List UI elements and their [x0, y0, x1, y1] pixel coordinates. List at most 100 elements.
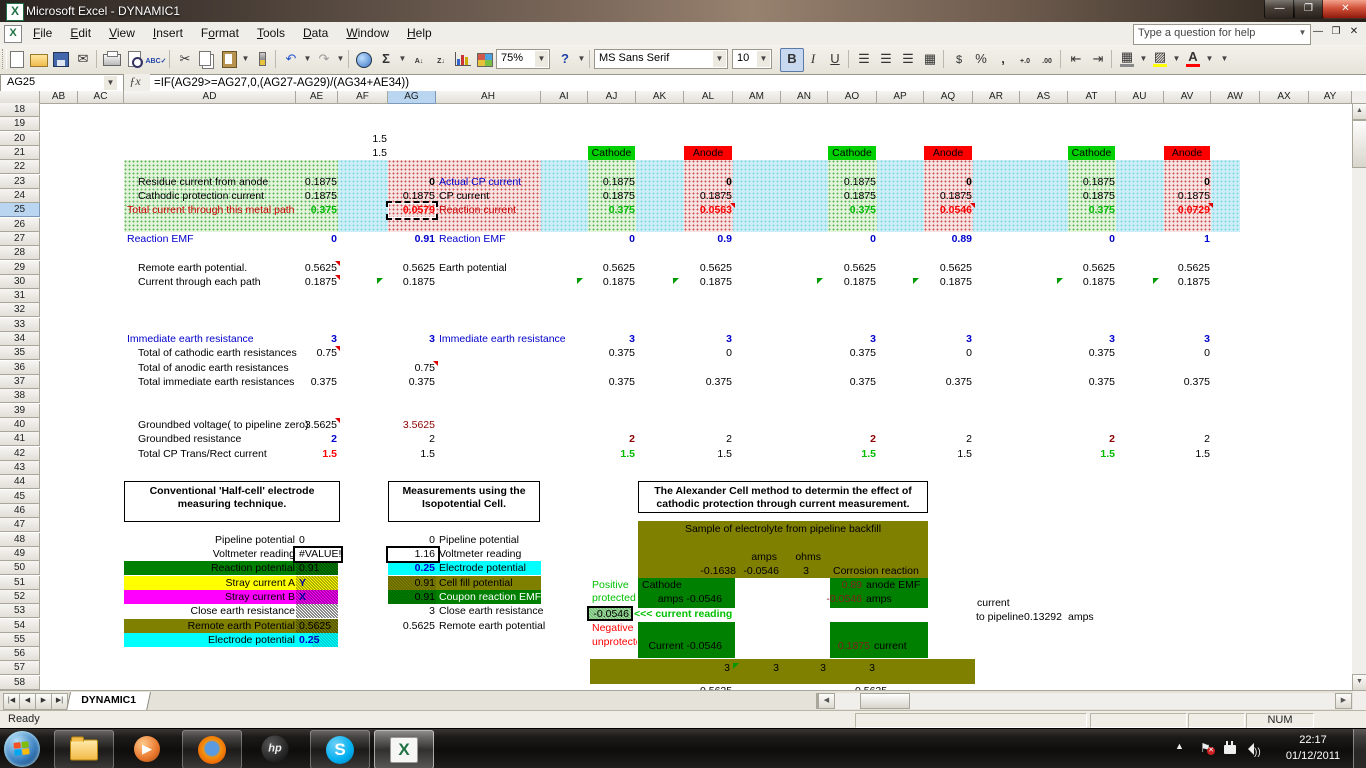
- scroll-left-icon[interactable]: ◀: [818, 693, 835, 709]
- cell-AE40[interactable]: 3.5625: [296, 418, 340, 432]
- cell-AT24[interactable]: 0.1875: [1068, 189, 1118, 203]
- alexander-textbox[interactable]: The Alexander Cell method to determin th…: [638, 481, 928, 513]
- column-header-AQ[interactable]: AQ: [924, 91, 973, 104]
- first-sheet-icon[interactable]: |◀: [3, 693, 20, 710]
- cell-AD29[interactable]: Remote earth potential.: [124, 261, 309, 275]
- cell-AJ21[interactable]: Cathode: [588, 146, 635, 160]
- fill-color-icon[interactable]: ▨: [1149, 48, 1171, 70]
- menu-window[interactable]: Window: [337, 22, 398, 43]
- start-button[interactable]: [4, 731, 40, 767]
- cell-AE34[interactable]: 3: [296, 332, 340, 346]
- cell-AT21[interactable]: Cathode: [1068, 146, 1115, 160]
- row-header-22[interactable]: 22: [0, 160, 40, 174]
- cell-AD52[interactable]: Stray current B: [124, 590, 298, 604]
- row-header-55[interactable]: 55: [0, 633, 40, 647]
- cell-AG53[interactable]: 3: [388, 604, 438, 618]
- horizontal-scrollbar[interactable]: ◀ ▶: [818, 693, 1352, 709]
- cell-AE52[interactable]: X: [296, 590, 340, 604]
- chevron-down-icon[interactable]: ▼: [1138, 48, 1149, 70]
- cell-AJ42[interactable]: 1.5: [588, 447, 638, 461]
- underline-icon[interactable]: U: [824, 48, 846, 70]
- cell-AE29[interactable]: 0.5625: [296, 261, 340, 275]
- menu-edit[interactable]: Edit: [61, 22, 100, 43]
- row-header-30[interactable]: 30: [0, 275, 40, 289]
- cell-AO24[interactable]: 0.1875: [828, 189, 879, 203]
- cell-AT29[interactable]: 0.5625: [1068, 261, 1118, 275]
- decrease-decimal-icon[interactable]: .00: [1036, 48, 1058, 70]
- cell-AO29[interactable]: 0.5625: [828, 261, 879, 275]
- cell-AV23[interactable]: 0: [1164, 175, 1213, 189]
- column-header-AR[interactable]: AR: [973, 91, 1020, 104]
- cell-AH24[interactable]: CP current: [436, 189, 543, 203]
- cell-AG37[interactable]: 0.375: [388, 375, 438, 389]
- cell-AT27[interactable]: 0: [1068, 232, 1118, 246]
- cell-AL24[interactable]: 0.1875: [684, 189, 735, 203]
- cell-AO34[interactable]: 3: [828, 332, 879, 346]
- cell-AL25[interactable]: 0.0563: [684, 203, 735, 217]
- cell-AV42[interactable]: 1.5: [1164, 447, 1213, 461]
- cell-AG42[interactable]: 1.5: [388, 447, 438, 461]
- column-header-AY[interactable]: AY: [1309, 91, 1352, 104]
- menu-insert[interactable]: Insert: [144, 22, 192, 43]
- column-header-AH[interactable]: AH: [436, 91, 541, 104]
- chevron-down-icon[interactable]: ▼: [1296, 26, 1309, 39]
- column-header-AB[interactable]: AB: [40, 91, 78, 104]
- cell-AO21[interactable]: Cathode: [828, 146, 876, 160]
- row-header-57[interactable]: 57: [0, 661, 40, 675]
- row-header-37[interactable]: 37: [0, 375, 40, 389]
- column-header-AV[interactable]: AV: [1164, 91, 1211, 104]
- align-left-icon[interactable]: ☰: [853, 48, 875, 70]
- merge-center-icon[interactable]: ▦: [919, 48, 941, 70]
- taskbar-firefox-button[interactable]: [182, 730, 242, 768]
- print-icon[interactable]: [101, 48, 123, 70]
- vertical-scroll-thumb[interactable]: [1352, 120, 1366, 168]
- cell-AH54[interactable]: Remote earth potential: [436, 619, 543, 633]
- cell-AG40[interactable]: 3.5625: [388, 418, 438, 432]
- cell-AD49[interactable]: Voltmeter reading: [124, 547, 298, 561]
- menu-file[interactable]: File: [24, 22, 61, 43]
- cell-AD42[interactable]: Total CP Trans/Rect current: [124, 447, 309, 461]
- cell-AD41[interactable]: Groundbed resistance: [124, 432, 309, 446]
- formula-input[interactable]: =IF(AG29>=AG27,0,(AG27-AG29)/(AG34+AE34)…: [150, 74, 1366, 91]
- chevron-down-icon[interactable]: ▼: [713, 51, 726, 67]
- cell-AD54[interactable]: Remote earth Potential: [124, 619, 298, 633]
- chevron-down-icon[interactable]: ▼: [302, 48, 313, 70]
- row-header-54[interactable]: 54: [0, 619, 40, 633]
- menu-view[interactable]: View: [100, 22, 144, 43]
- row-header-20[interactable]: 20: [0, 132, 40, 146]
- cell-AV37[interactable]: 0.375: [1164, 375, 1213, 389]
- cell-AJ24[interactable]: 0.1875: [588, 189, 638, 203]
- row-header-58[interactable]: 58: [0, 676, 40, 690]
- cell-AV30[interactable]: 0.1875: [1164, 275, 1213, 289]
- row-header-38[interactable]: 38: [0, 389, 40, 403]
- show-desktop-button[interactable]: [1353, 729, 1366, 768]
- chart-wizard-icon[interactable]: [452, 48, 474, 70]
- cell-AJ27[interactable]: 0: [588, 232, 638, 246]
- borders-icon[interactable]: ▦: [1116, 48, 1138, 70]
- row-header-31[interactable]: 31: [0, 289, 40, 303]
- cell-AQ37[interactable]: 0.375: [924, 375, 975, 389]
- cell-AD24[interactable]: Cathodic protection current: [124, 189, 309, 203]
- cell-AG36[interactable]: 0.75: [388, 361, 438, 375]
- cell-AV29[interactable]: 0.5625: [1164, 261, 1213, 275]
- cell-AV41[interactable]: 2: [1164, 432, 1213, 446]
- chevron-down-icon[interactable]: ▼: [535, 51, 548, 67]
- row-header-23[interactable]: 23: [0, 175, 40, 189]
- cell-AE24[interactable]: 0.1875: [296, 189, 340, 203]
- cell-AD27[interactable]: Reaction EMF: [124, 232, 298, 246]
- sort-desc-icon[interactable]: Z↓: [430, 48, 452, 70]
- chevron-down-icon[interactable]: ▼: [1171, 48, 1182, 70]
- cell-AJ25[interactable]: 0.375: [588, 203, 638, 217]
- sheet-tab-dynamic1[interactable]: DYNAMIC1: [66, 692, 151, 711]
- cell-AG54[interactable]: 0.5625: [388, 619, 438, 633]
- increase-indent-icon[interactable]: ⇥: [1087, 48, 1109, 70]
- chevron-down-icon[interactable]: ▼: [757, 51, 770, 67]
- cell-AO37[interactable]: 0.375: [828, 375, 879, 389]
- column-header-AJ[interactable]: AJ: [588, 91, 636, 104]
- cell-AD50[interactable]: Reaction potential: [124, 561, 298, 575]
- cell-AD25[interactable]: Total current through this metal path: [124, 203, 298, 217]
- row-header-41[interactable]: 41: [0, 432, 40, 446]
- hyperlink-icon[interactable]: [353, 48, 375, 70]
- toolbar-options-chevron-icon[interactable]: ▼: [1219, 48, 1230, 70]
- name-box[interactable]: AG25 ▼: [0, 74, 124, 92]
